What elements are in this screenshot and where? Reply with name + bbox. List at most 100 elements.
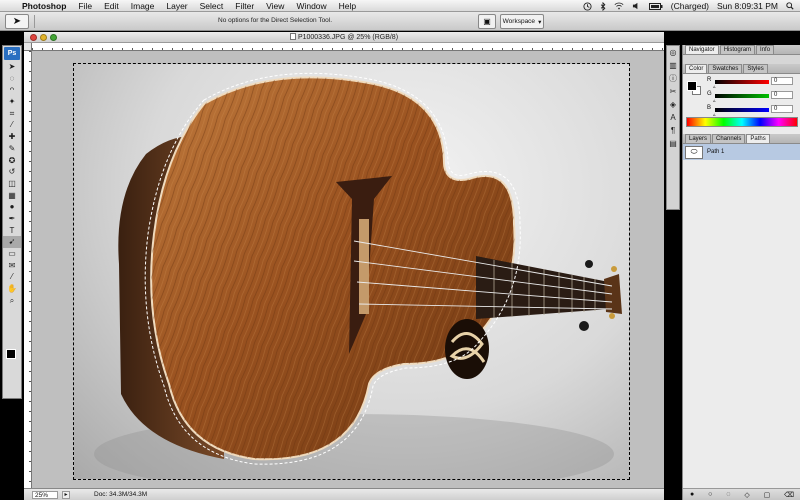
file-icon xyxy=(289,33,296,40)
green-value-field[interactable]: 0 xyxy=(771,91,793,99)
type-icon[interactable]: T xyxy=(3,225,21,237)
wifi-icon[interactable] xyxy=(614,2,624,10)
menu-view[interactable]: View xyxy=(260,1,290,11)
red-knob-icon[interactable]: ▵ xyxy=(713,84,716,90)
brush-icon[interactable]: ✎ xyxy=(3,143,21,155)
swatch-icon[interactable]: ◈ xyxy=(667,98,679,111)
dodge-icon[interactable]: ● xyxy=(3,201,21,213)
gradient-icon[interactable]: ▦ xyxy=(3,190,21,202)
stroke-path-icon[interactable]: ○ xyxy=(708,491,712,498)
blue-value-field[interactable]: 0 xyxy=(771,105,793,113)
path-name: Path 1 xyxy=(707,149,725,155)
green-ramp[interactable] xyxy=(715,94,769,98)
tab-swatches[interactable]: Swatches xyxy=(708,64,743,73)
blue-ramp[interactable] xyxy=(715,108,769,112)
time-machine-icon[interactable] xyxy=(583,1,592,11)
paths-panel: ⬭ Path 1 ● ○ ◌ ◇ ▢ ⌫ xyxy=(683,144,800,500)
tab-paths[interactable]: Paths xyxy=(746,134,770,143)
fill-path-icon[interactable]: ● xyxy=(690,491,694,498)
new-path-icon[interactable]: ▢ xyxy=(764,491,771,499)
bluetooth-icon[interactable] xyxy=(600,1,606,11)
document-size-info[interactable]: Doc: 34.3M/34.3M xyxy=(94,491,147,499)
document-title: P1000336.JPG @ 25% (RGB/8) xyxy=(297,34,399,41)
menu-clock[interactable]: Sun 8:09:31 PM xyxy=(717,1,778,11)
spotlight-icon[interactable] xyxy=(786,2,794,10)
arrow-icon[interactable]: ➤ xyxy=(3,61,21,73)
histogram-icon[interactable]: ▥ xyxy=(667,59,679,72)
menu-photoshop[interactable]: Photoshop xyxy=(20,1,72,11)
tools-icon[interactable]: ✂ xyxy=(667,85,679,98)
tab-styles[interactable]: Styles xyxy=(743,64,768,73)
menu-window[interactable]: Window xyxy=(290,1,332,11)
make-work-path-icon[interactable]: ◇ xyxy=(744,491,749,499)
battery-icon[interactable] xyxy=(648,2,663,10)
delete-path-icon[interactable]: ⌫ xyxy=(784,491,794,499)
eraser-icon[interactable]: ◫ xyxy=(3,178,21,190)
menu-image[interactable]: Image xyxy=(125,1,161,11)
menu-file[interactable]: File xyxy=(72,1,98,11)
vertical-ruler[interactable] xyxy=(24,51,32,488)
volume-icon[interactable] xyxy=(632,2,641,10)
notes-icon[interactable]: ✉ xyxy=(3,260,21,272)
lasso-icon[interactable]: ᴖ xyxy=(3,84,21,96)
quick-select-icon[interactable]: ✦ xyxy=(3,96,21,108)
tab-info[interactable]: Info xyxy=(756,45,775,54)
green-slider[interactable]: G ▵ 0 xyxy=(707,91,799,104)
bridge-button[interactable]: ▣ xyxy=(478,14,496,29)
tab-channels[interactable]: Channels xyxy=(712,134,746,143)
document-titlebar[interactable]: P1000336.JPG @ 25% (RGB/8) xyxy=(24,32,664,43)
menu-select[interactable]: Select xyxy=(194,1,230,11)
zoom-icon[interactable]: ⌕ xyxy=(3,295,21,307)
menu-help[interactable]: Help xyxy=(333,1,362,11)
path-item[interactable]: ⬭ Path 1 xyxy=(683,144,800,160)
blue-slider[interactable]: B ▵ 0 xyxy=(707,105,799,118)
eyedropper2-icon[interactable]: ⁄ xyxy=(3,271,21,283)
tab-navigator[interactable]: Navigator xyxy=(685,45,719,54)
ruler-origin[interactable] xyxy=(24,43,32,51)
red-label: R xyxy=(707,77,712,83)
status-menu-icon[interactable]: ▸ xyxy=(62,491,70,499)
info-icon[interactable]: ⓘ xyxy=(667,72,679,85)
ukulele-photo xyxy=(94,72,622,479)
workspace-button[interactable]: Workspace ▾ xyxy=(500,14,544,29)
tab-histogram[interactable]: Histogram xyxy=(719,45,756,54)
photoshop-logo[interactable]: Ps xyxy=(4,47,20,60)
zoom-level-field[interactable]: 25% xyxy=(32,491,58,499)
menu-edit[interactable]: Edit xyxy=(98,1,125,11)
chevron-down-icon: ▾ xyxy=(538,18,542,26)
tab-color[interactable]: Color xyxy=(685,64,708,73)
tab-layers[interactable]: Layers xyxy=(685,134,712,143)
history-brush-icon[interactable]: ↺ xyxy=(3,166,21,178)
character-icon[interactable]: A xyxy=(667,111,679,124)
color-foreground-swatch[interactable] xyxy=(687,81,697,91)
bridge-icon: ▣ xyxy=(483,17,491,26)
clone-stamp-icon[interactable]: ✪ xyxy=(3,155,21,167)
eyedropper-icon[interactable]: ⁄ xyxy=(3,119,21,131)
tool-preset-picker[interactable]: ➤ xyxy=(5,14,29,29)
menu-layer[interactable]: Layer xyxy=(160,1,193,11)
horizontal-ruler[interactable] xyxy=(32,43,664,51)
document-title-wrap: P1000336.JPG @ 25% (RGB/8) xyxy=(24,33,664,41)
image-canvas[interactable] xyxy=(73,63,630,480)
red-slider[interactable]: R ▵ 0 xyxy=(707,77,799,90)
crop-icon[interactable]: ⌗ xyxy=(3,108,21,120)
navigator-icon[interactable]: ◎ xyxy=(667,46,679,59)
load-selection-icon[interactable]: ◌ xyxy=(726,491,730,498)
path-select-icon[interactable]: ➹ xyxy=(3,236,21,248)
shape-icon[interactable]: ▭ xyxy=(3,248,21,260)
layer-comps-icon[interactable]: ▤ xyxy=(667,137,679,150)
paragraph-icon[interactable]: ¶ xyxy=(667,124,679,137)
marquee-icon[interactable]: ◌ xyxy=(3,73,21,85)
green-knob-icon[interactable]: ▵ xyxy=(713,98,716,104)
healing-icon[interactable]: ✚ xyxy=(3,131,21,143)
canvas-area xyxy=(32,51,664,488)
red-value-field[interactable]: 0 xyxy=(771,77,793,85)
color-spectrum-bar[interactable] xyxy=(686,117,798,127)
menu-filter[interactable]: Filter xyxy=(229,1,260,11)
document-window: P1000336.JPG @ 25% (RGB/8) 25% ▸ Doc: 34… xyxy=(24,32,664,500)
paths-panel-footer: ● ○ ◌ ◇ ▢ ⌫ xyxy=(683,488,800,500)
foreground-color-swatch[interactable] xyxy=(6,349,16,359)
red-ramp[interactable] xyxy=(715,80,769,84)
pen-icon[interactable]: ✒ xyxy=(3,213,21,225)
hand-icon[interactable]: ✋ xyxy=(3,283,21,295)
